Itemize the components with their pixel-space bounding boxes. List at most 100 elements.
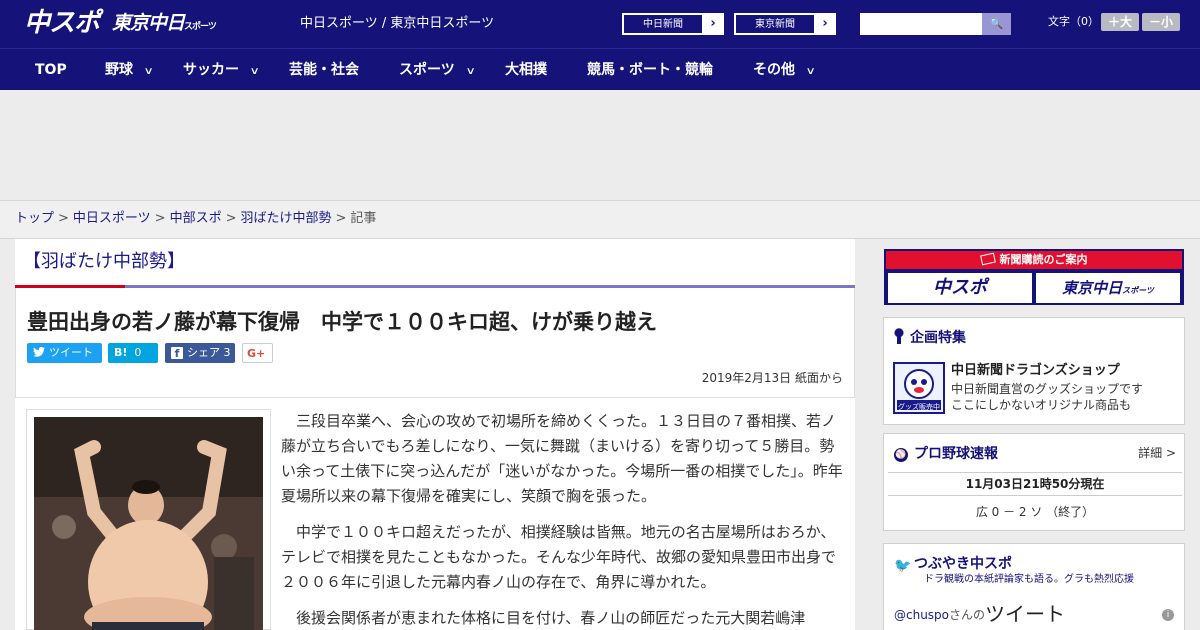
feature-box: 企画特集 グッズ販売中 中日新聞ドラゴンズショップ 中日新聞直営のグッズショップ… [883, 317, 1185, 425]
google-plus-button[interactable]: G+ [242, 343, 273, 363]
article-column: 【羽ばたけ中部勢】 豊田出身の若ノ藤が幕下復帰 中学で１００キロ超、けが乗り越え… [15, 239, 855, 630]
newspaper-icon [979, 252, 996, 266]
twitter-subtitle: ドラ観戦の本紙評論家も語る。グラも熱烈応援 [924, 574, 1134, 585]
breadcrumb-separator: > [225, 211, 237, 226]
facebook-share-count: 3 [223, 346, 231, 359]
twitter-heading: 🐦 つぶやき中スポ [894, 554, 1012, 574]
tokyo-chunichi-subscribe-link[interactable]: 東京中日スポーツ [1036, 273, 1180, 303]
tokyo-shimbun-label: 東京新聞 [735, 14, 815, 34]
baseball-scores-box: ⚾ プロ野球速報 詳細 > 11月03日21時50分現在 広 0 － 2 ソ （終… [883, 433, 1185, 531]
nav-label: TOP [35, 62, 67, 78]
breadcrumb-item[interactable]: 羽ばたけ中部勢 [241, 211, 332, 226]
twitter-handle-line: @chuspoさんのツイート [894, 604, 1065, 625]
search-icon: 🔍 [989, 17, 1004, 30]
subscription-header-label: 新聞購読のご案内 [999, 253, 1088, 266]
twitter-handle-suffix: さんの [949, 608, 986, 622]
chuspo-subscribe-link[interactable]: 中スポ [888, 273, 1032, 303]
article-photo-frame [26, 409, 271, 630]
dragons-shop-desc-1: 中日新聞直営のグッズショップです [951, 382, 1144, 396]
tokyo-chunichi-subscribe-label: 東京中日 [1062, 279, 1123, 297]
dragons-shop-title[interactable]: 中日新聞ドラゴンズショップ [951, 362, 1120, 380]
site-header: 中スポ 東京中日スポーツ 中日スポーツ / 東京中日スポーツ 中日新聞 › 東京… [0, 0, 1200, 48]
feature-heading-label: 企画特集 [910, 330, 966, 346]
tokyo-chunichi-subscribe-small: スポーツ [1122, 286, 1154, 295]
nav-label: 競馬・ボート・競輪 [587, 62, 713, 78]
twitter-icon [33, 346, 45, 357]
breadcrumb-separator: > [154, 211, 166, 226]
article-headline: 豊田出身の若ノ藤が幕下復帰 中学で１００キロ超、けが乗り越え [27, 310, 657, 334]
twitter-box: 🐦 つぶやき中スポ ドラ観戦の本紙評論家も語る。グラも熱烈応援 @chuspoさん… [883, 543, 1185, 630]
article-paragraph: 後援会関係者が恵まれた体格に目を付け、春ノ山の師匠だった元大関若嶋津 [296, 609, 806, 627]
article-header: 豊田出身の若ノ藤が幕下復帰 中学で１００キロ超、けが乗り越え ツイート B! 0… [15, 288, 855, 398]
nav-soccer[interactable]: サッカー ∨ [183, 49, 260, 91]
nav-entertainment[interactable]: 芸能・社会 [289, 49, 359, 91]
tweet-button[interactable]: ツイート [27, 343, 102, 363]
score-timestamp: 11月03日21時50分現在 [888, 472, 1182, 496]
main-nav: TOP 野球 ∨ サッカー ∨ 芸能・社会 スポーツ ∨ 大相撲 競馬・ボート・競輪 … [0, 48, 1200, 90]
info-icon[interactable]: i [1162, 609, 1174, 621]
nav-label: 野球 [105, 62, 133, 78]
twitter-title: ツイート [985, 602, 1066, 626]
font-smaller-button[interactable]: －小 [1142, 13, 1180, 31]
nav-label: スポーツ [399, 62, 455, 78]
hatena-bookmark-button[interactable]: B! 0 [108, 343, 158, 363]
tokyo-chunichi-logo-small: スポーツ [184, 22, 217, 32]
bird-icon: 🐦 [894, 558, 912, 574]
chevron-down-icon: ∨ [465, 66, 476, 77]
nav-label: その他 [753, 62, 795, 78]
nav-racing[interactable]: 競馬・ボート・競輪 [587, 49, 713, 91]
nav-sports[interactable]: スポーツ ∨ [399, 49, 476, 91]
facebook-share-button[interactable]: f シェア 3 [165, 343, 235, 363]
facebook-share-label: シェア [187, 346, 220, 359]
sumo-wrestler-image [34, 417, 263, 630]
hatena-count: 0 [134, 346, 142, 359]
search-input[interactable] [860, 13, 982, 35]
nav-sumo[interactable]: 大相撲 [505, 49, 547, 91]
font-bigger-button[interactable]: ＋大 [1101, 13, 1139, 31]
facebook-icon: f [171, 347, 183, 360]
breadcrumb-item[interactable]: 中日スポーツ [73, 211, 151, 226]
article-dateline: 2019年2月13日 紙面から [701, 371, 843, 385]
chunichi-shimbun-button[interactable]: 中日新聞 › [622, 13, 724, 35]
breadcrumb-item[interactable]: トップ [15, 211, 54, 226]
baseball-icon: ⚾ [894, 448, 908, 462]
article-body: 三段目卒業へ、会心の攻めで初場所を締めくくった。１３日目の７番相撲、若ノ藤が立ち… [281, 409, 846, 630]
font-size-label: 文字（0） [1048, 15, 1099, 28]
subscription-promo[interactable]: 新聞購読のご案内 中スポ 東京中日スポーツ [884, 249, 1184, 305]
article-paragraph: 中学で１００キロ超えだったが、相撲経験は皆無。地元の名古屋場所はおろか、テレビで… [281, 523, 837, 591]
baseball-heading: ⚾ プロ野球速報 [894, 444, 998, 464]
hatena-icon: B! [114, 346, 128, 359]
tweet-label: ツイート [49, 346, 93, 359]
tokyo-chunichi-logo-text: 東京中日 [112, 12, 185, 34]
site-name-link[interactable]: 中日スポーツ / 東京中日スポーツ [300, 15, 494, 33]
twitter-handle-link[interactable]: @chuspo [894, 608, 949, 622]
chevron-down-icon: ∨ [249, 66, 260, 77]
article-paragraph: 三段目卒業へ、会心の攻めで初場所を締めくくった。１３日目の７番相撲、若ノ藤が立ち… [281, 412, 843, 505]
breadcrumb: トップ > 中日スポーツ > 中部スポ > 羽ばたけ中部勢 > 記事 [0, 201, 1200, 239]
game-score[interactable]: 広 0 － 2 ソ （終了） [888, 504, 1182, 520]
baseball-detail-link[interactable]: 詳細 > [1138, 444, 1176, 462]
chevron-down-icon: ∨ [143, 66, 154, 77]
section-title[interactable]: 【羽ばたけ中部勢】 [23, 249, 185, 275]
breadcrumb-current: 記事 [350, 211, 377, 226]
ad-banner-area [0, 90, 1200, 201]
tokyo-shimbun-button[interactable]: 東京新聞 › [734, 13, 836, 35]
sumo-wrestler-photo[interactable] [34, 417, 263, 630]
chuspo-logo[interactable]: 中スポ [24, 6, 100, 40]
nav-baseball[interactable]: 野球 ∨ [105, 49, 154, 91]
twitter-heading-label: つぶやき中スポ [914, 556, 1012, 572]
nav-other[interactable]: その他 ∨ [753, 49, 816, 91]
tokyo-chunichi-logo[interactable]: 東京中日スポーツ [112, 10, 217, 40]
nav-label: サッカー [183, 62, 239, 78]
subscription-header: 新聞購読のご案内 [886, 251, 1182, 269]
breadcrumb-separator: > [58, 211, 69, 226]
nav-top[interactable]: TOP [35, 49, 67, 91]
feature-heading: 企画特集 [894, 328, 966, 348]
nav-label: 芸能・社会 [289, 62, 359, 78]
breadcrumb-item[interactable]: 中部スポ [170, 211, 222, 226]
chevron-right-icon: › [822, 16, 828, 31]
ribbon-icon [894, 328, 904, 344]
search-button[interactable]: 🔍 [982, 13, 1011, 35]
dragons-shop-desc-2: ここにしかないオリジナル商品も [951, 398, 1132, 412]
nav-label: 大相撲 [505, 62, 547, 78]
